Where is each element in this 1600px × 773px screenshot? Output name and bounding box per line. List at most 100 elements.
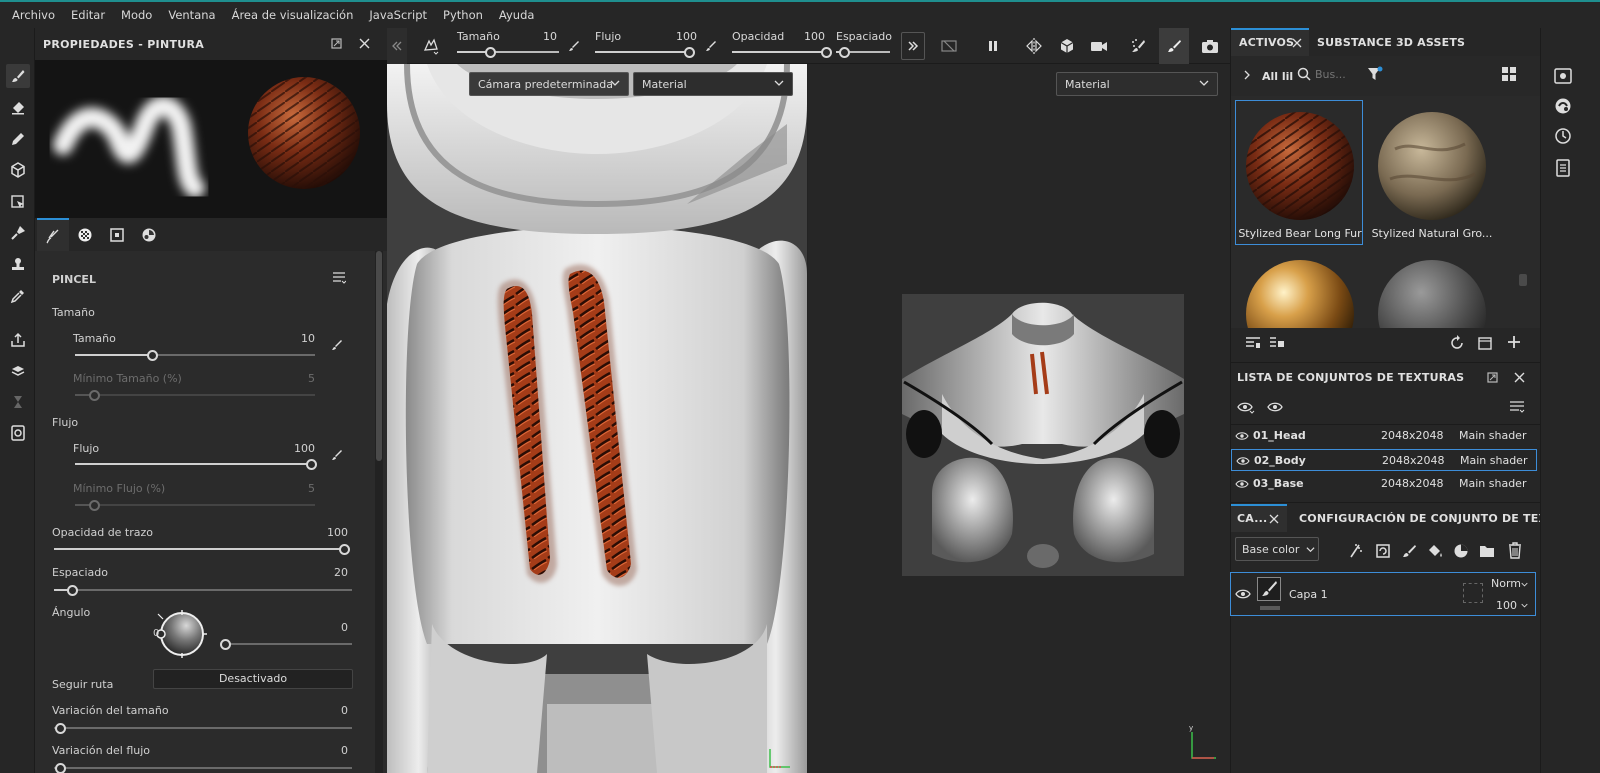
- bake-tool[interactable]: [6, 359, 30, 383]
- flow-variation-value[interactable]: 0: [308, 744, 348, 757]
- hide-ui-button[interactable]: [937, 28, 961, 64]
- filter-icon[interactable]: [1367, 66, 1383, 82]
- delete-icon[interactable]: [1507, 542, 1523, 559]
- angle-slider[interactable]: [220, 639, 352, 650]
- layer-name[interactable]: Capa 1: [1289, 588, 1328, 601]
- preset-menu-icon[interactable]: [332, 271, 346, 285]
- layer-row[interactable]: Capa 1 Norm 100: [1230, 572, 1536, 616]
- toolbar-flow-slider[interactable]: [595, 47, 695, 58]
- 3d-view-mode-dropdown[interactable]: Material: [633, 72, 793, 96]
- eye-icon[interactable]: [1267, 400, 1283, 414]
- menu-area-visualizacion[interactable]: Área de visualización: [224, 8, 362, 22]
- flow-slider[interactable]: [75, 459, 317, 470]
- tab-material[interactable]: [133, 218, 165, 251]
- tab-brush[interactable]: [37, 218, 69, 251]
- toolbar-size-pressure-icon[interactable]: [568, 40, 580, 52]
- eye-settings-icon[interactable]: [1237, 399, 1255, 415]
- display-settings-icon[interactable]: [1553, 66, 1573, 86]
- texture-set-visibility-icon[interactable]: [1236, 455, 1250, 467]
- collapse-left-button[interactable]: [387, 28, 407, 64]
- viewport-2d[interactable]: Material y: [808, 64, 1230, 773]
- stroke-opacity-slider[interactable]: [54, 544, 350, 555]
- layer-visibility-icon[interactable]: [1235, 587, 1251, 601]
- channel-dropdown[interactable]: Base color: [1235, 537, 1319, 561]
- particle-brush-button[interactable]: [1126, 28, 1150, 64]
- flow-value[interactable]: 100: [275, 442, 315, 455]
- min-flow-slider[interactable]: [75, 500, 315, 511]
- assets-breadcrumb[interactable]: All lil: [1262, 70, 1293, 83]
- spacing-slider[interactable]: [54, 585, 352, 596]
- menu-ventana[interactable]: Ventana: [160, 8, 223, 22]
- texture-set-visibility-icon[interactable]: [1235, 478, 1249, 490]
- chevron-right-icon[interactable]: [1243, 70, 1251, 80]
- viewport-3d[interactable]: Cámara predeterminada Material: [387, 64, 807, 773]
- substance-assets-tab[interactable]: SUBSTANCE 3D ASSETS: [1317, 36, 1465, 49]
- symmetry-button[interactable]: [1021, 28, 1047, 64]
- texture-set-settings-tab[interactable]: CONFIGURACIÓN DE CONJUNTO DE TEXTU...: [1299, 512, 1577, 525]
- angle-value[interactable]: 0: [308, 621, 348, 634]
- close-icon[interactable]: [359, 38, 370, 49]
- toolbar-flow-pressure-icon[interactable]: [705, 40, 717, 52]
- import-list-icon[interactable]: [1245, 336, 1261, 350]
- paint-mode-button[interactable]: [1159, 28, 1189, 64]
- export-tool[interactable]: [6, 328, 30, 352]
- tab-alpha[interactable]: [69, 218, 101, 251]
- add-fill-layer-icon[interactable]: [1427, 543, 1443, 559]
- size-value[interactable]: 10: [275, 332, 315, 345]
- close-tab-icon[interactable]: [1269, 514, 1279, 524]
- symmetry-preset-button[interactable]: [419, 28, 443, 64]
- asset-stylized-bear-long-fur[interactable]: Stylized Bear Long Fur: [1235, 100, 1363, 245]
- log-icon[interactable]: [1553, 158, 1573, 178]
- layer-blend-mode[interactable]: Norm: [1491, 577, 1521, 590]
- menu-archivo[interactable]: Archivo: [4, 8, 63, 22]
- timer-tool[interactable]: [6, 390, 30, 414]
- geometry-fill-tool[interactable]: [6, 158, 30, 182]
- menu-editar[interactable]: Editar: [63, 8, 113, 22]
- min-size-slider[interactable]: [75, 390, 315, 401]
- add-icon[interactable]: [1507, 335, 1521, 349]
- menu-modo[interactable]: Modo: [113, 8, 160, 22]
- size-variation-value[interactable]: 0: [308, 704, 348, 717]
- pen-pressure-icon[interactable]: [331, 339, 343, 351]
- texture-set-row[interactable]: 01_Head 2048x2048 Main shader: [1231, 425, 1537, 447]
- folder-list-icon[interactable]: [1269, 336, 1285, 350]
- eraser-tool[interactable]: [6, 96, 30, 120]
- assets-search-input[interactable]: [1315, 64, 1359, 84]
- toolbar-size-slider[interactable]: [457, 47, 559, 58]
- 2d-view-mode-dropdown[interactable]: Material: [1056, 72, 1218, 96]
- add-smart-layer-icon[interactable]: [1375, 543, 1391, 559]
- toolbar-opacity-value[interactable]: 100: [803, 30, 825, 43]
- asset-stylized-natural-ground[interactable]: Stylized Natural Gro...: [1367, 100, 1495, 245]
- maximize-icon[interactable]: [331, 38, 342, 49]
- flow-pen-pressure-icon[interactable]: [331, 449, 343, 461]
- maximize-icon[interactable]: [1487, 372, 1498, 383]
- add-mask-icon[interactable]: [1453, 543, 1469, 559]
- angle-dial[interactable]: [151, 606, 211, 662]
- camera-dropdown[interactable]: Cámara predeterminada: [469, 72, 629, 96]
- stroke-opacity-value[interactable]: 100: [308, 526, 348, 539]
- size-slider[interactable]: [75, 350, 315, 361]
- environment-icon[interactable]: [1553, 96, 1573, 116]
- add-folder-icon[interactable]: [1479, 543, 1495, 559]
- pause-button[interactable]: [981, 28, 1005, 64]
- menu-javascript[interactable]: JavaScript: [361, 8, 435, 22]
- properties-scrollbar[interactable]: [375, 251, 383, 773]
- add-paint-layer-icon[interactable]: [1401, 543, 1417, 559]
- more-options-button[interactable]: [901, 32, 925, 60]
- texture-set-row[interactable]: 03_Base 2048x2048 Main shader: [1231, 473, 1537, 495]
- close-icon[interactable]: [1514, 372, 1525, 383]
- flow-variation-slider[interactable]: [54, 763, 352, 773]
- toolbar-spacing-slider[interactable]: [836, 47, 890, 58]
- assets-scrollbar[interactable]: [1519, 274, 1527, 286]
- clone-tool[interactable]: [6, 253, 30, 277]
- paint-tool[interactable]: [6, 64, 30, 88]
- tab-stencil[interactable]: [101, 218, 133, 251]
- layer-opacity[interactable]: 100: [1496, 599, 1517, 612]
- toolbar-opacity-slider[interactable]: [732, 47, 832, 58]
- texture-set-row[interactable]: 02_Body 2048x2048 Main shader: [1231, 449, 1537, 471]
- add-effect-icon[interactable]: [1347, 543, 1363, 559]
- menu-python[interactable]: Python: [435, 8, 491, 22]
- projection-tool[interactable]: [6, 127, 30, 151]
- follow-path-dropdown[interactable]: Desactivado: [153, 669, 353, 689]
- selection-tool[interactable]: [6, 190, 30, 214]
